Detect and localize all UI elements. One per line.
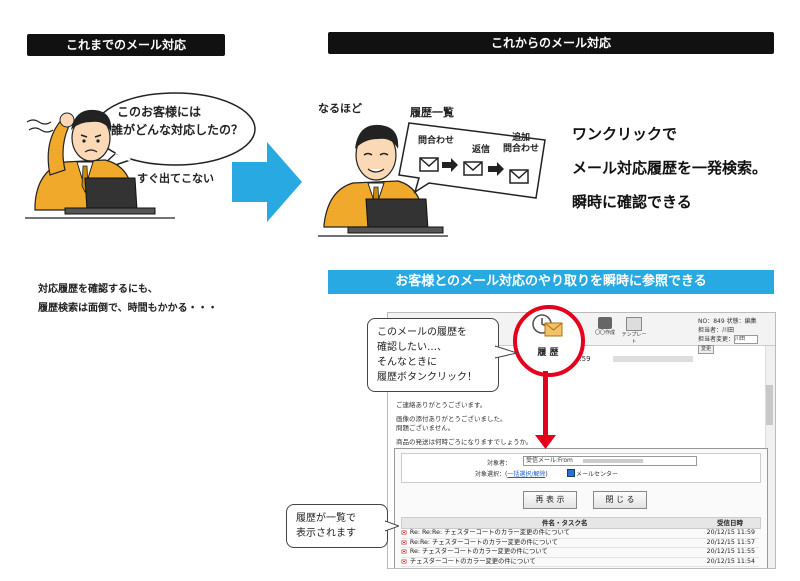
right-header: これからのメール対応 [328, 32, 774, 54]
blurred-text [582, 458, 643, 463]
mail-body: ご連絡ありがとうございます。 画像の添付ありがとうございました。 問題ございませ… [396, 401, 532, 447]
row-date: 20/12/15 11:57 [706, 538, 755, 546]
callout-list: 履歴が一覧で 表示されます [286, 504, 388, 548]
mail-center-checkbox[interactable] [567, 469, 575, 477]
toolbar-create-label: 〇〇作成 [594, 330, 615, 336]
flow-step-inquiry: 問合わせ [418, 136, 455, 146]
filter-row: 対象選択：(一括選択/解除) [475, 469, 548, 478]
callout-pointer [385, 520, 399, 532]
arrow-right-icon [442, 158, 458, 172]
reaction-text: なるほど [318, 102, 362, 115]
ticket-number: NO：849 状態：編集 [698, 318, 757, 325]
row-subject: Re:Re: チェスターコートのカラー変更の件について [409, 538, 558, 546]
envelope-icon [463, 161, 483, 176]
left-header: これまでのメール対応 [27, 34, 225, 56]
history-panel: 対象者： 受信メール:From 対象選択：(一括選択/解除) メールセンター 再… [394, 448, 768, 568]
select-all-link[interactable]: 一括選択/解除 [507, 471, 545, 478]
red-arrow-head [535, 435, 556, 449]
callout-line: 表示されます [296, 528, 356, 539]
row-subject: Re: Re:Re: チェスターコートのカラー変更の件について [409, 529, 570, 536]
history-button-label: 履 歴 [537, 348, 559, 358]
mail-body-line: 商品の発送は何時ごろになりますでしょうか。 [396, 438, 533, 446]
callout-line: 履歴が一覧で [296, 513, 356, 524]
left-caption-2: 履歴検索は面倒で、時間もかかる・・・ [38, 303, 218, 314]
mail-body-line: 問題ございません。 [396, 424, 455, 432]
envelope-icon [509, 169, 529, 184]
headline-line-1: ワンクリックで [572, 125, 678, 143]
feature-bar: お客様とのメール対応のやり取りを瞬時に参照できる [328, 270, 774, 294]
target-label: 対象者： [487, 460, 512, 467]
callout-line: このメールの履歴を [377, 327, 467, 338]
blurred-text [613, 356, 693, 362]
row-subject: Re: チェスターコートのカラー変更の件について [409, 548, 548, 555]
callout-line: 確認したい…、 [377, 342, 447, 353]
table-row[interactable]: ✉ チェスターコートのカラー変更の件について 20/12/15 11:54 [401, 557, 759, 567]
target-select-value: 受信メール:From [526, 457, 573, 464]
redisplay-button[interactable]: 再 表 示 [523, 491, 577, 509]
table-row[interactable]: ✉ Re: Re:Re: チェスターコートのカラー変更の件について 20/12/… [401, 529, 759, 539]
filter-label-end: ) [545, 471, 548, 478]
history-button[interactable]: 履 歴 [524, 313, 572, 363]
callout-line: 履歴ボタンクリック！ [377, 372, 477, 383]
template-icon [626, 317, 642, 331]
headline: ワンクリックで メール対応履歴を一発検索。 瞬時に確認できる [572, 117, 767, 219]
row-date: 20/12/15 11:55 [706, 548, 755, 555]
headline-line-2: メール対応履歴を一発検索。 [572, 159, 768, 177]
callout-pointer [495, 345, 517, 359]
close-button[interactable]: 閉 じ る [593, 491, 647, 509]
table-row[interactable]: ✉ Re:Re: チェスターコートのカラー変更の件について 20/12/15 1… [401, 538, 759, 548]
monitor-icon [598, 317, 612, 329]
row-subject: チェスターコートのカラー変更の件について [409, 557, 536, 565]
envelope-icon [419, 157, 439, 172]
left-caption-1: 対応履歴を確認するにも、 [38, 284, 158, 295]
history-icon [532, 314, 563, 337]
headline-line-3: 瞬時に確認できる [572, 193, 692, 211]
mail-body-line: ご連絡ありがとうございます。 [396, 401, 487, 409]
target-select[interactable]: 受信メール:From [523, 456, 697, 466]
assignee-select[interactable]: 川田 [734, 335, 759, 344]
mail-body-line: 画像の添付ありがとうございました。 [396, 415, 507, 423]
column-subject: 件名・タスク名 [542, 519, 588, 527]
toolbar-template-button[interactable]: テンプレート [620, 317, 648, 345]
callout-history-button: このメールの履歴を 確認したい…、 そんなときに 履歴ボタンクリック！ [367, 318, 499, 392]
callout-line: そんなときに [377, 357, 437, 368]
row-date: 20/12/15 11:59 [706, 529, 755, 536]
ticket-assignee: 担当者：川田 [698, 327, 735, 334]
toolbar-template-label: テンプレート [621, 332, 647, 345]
arrow-right-icon [488, 162, 504, 176]
history-table: ✉ Re: Re:Re: チェスターコートのカラー変更の件について 20/12/… [401, 529, 759, 567]
history-board-title: 履歴一覧 [410, 106, 454, 119]
red-arrow-shaft [543, 371, 548, 437]
assignee-change-button[interactable]: 変更 [698, 345, 715, 354]
table-row[interactable]: ✉ Re: チェスターコートのカラー変更の件について 20/12/15 11:5… [401, 548, 759, 558]
assignee-change-label: 担当者変更： [698, 336, 735, 343]
history-table-header: 件名・タスク名 受信日時 [401, 517, 761, 529]
ticket-meta: NO：849 状態：編集 担当者：川田 担当者変更：川田 変更 [698, 317, 775, 354]
transition-arrow [232, 142, 302, 222]
mail-flow-icons [419, 157, 529, 184]
filter-label: 対象選択：( [475, 471, 508, 478]
scrollbar-thumb[interactable] [766, 385, 773, 425]
worried-person-illustration [25, 109, 175, 219]
mail-center-label: メールセンター [576, 471, 619, 478]
column-date: 受信日時 [717, 519, 743, 527]
toolbar-create-button[interactable]: 〇〇作成 [594, 317, 616, 336]
row-date: 20/12/15 11:54 [706, 557, 755, 565]
